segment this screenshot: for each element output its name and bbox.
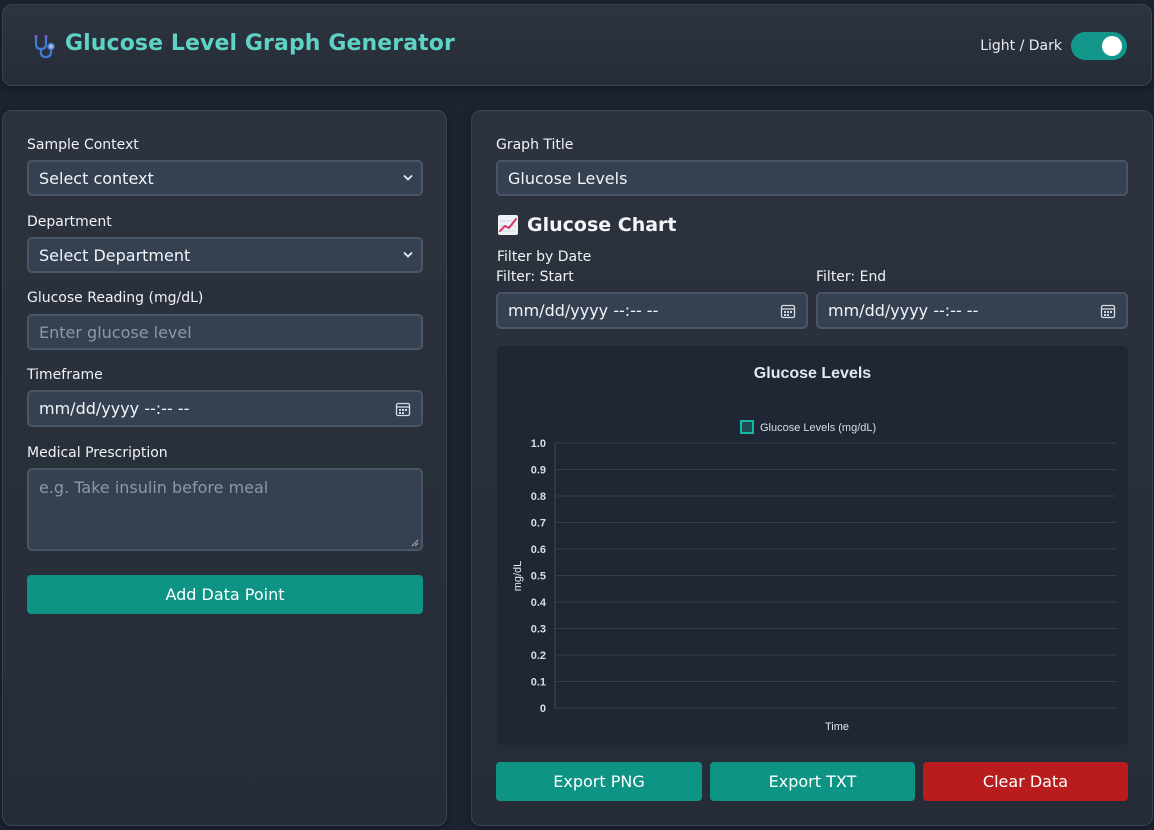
export-txt-button[interactable]: Export TXT [710, 762, 915, 801]
chart-legend: Glucose Levels (mg/dL) [740, 420, 876, 434]
department-select-value: Select Department [39, 245, 191, 265]
y-tick-label: 0.5 [531, 571, 546, 583]
y-tick-label: 0.2 [531, 650, 546, 662]
chart-section-heading: Glucose Chart [497, 214, 677, 236]
glucose-label: Glucose Reading (mg/dL) [27, 290, 204, 306]
y-tick-label: 0.8 [531, 491, 546, 503]
filter-end-label: Filter: End [816, 269, 887, 285]
context-label: Sample Context [27, 137, 139, 153]
graph-title-input[interactable]: Glucose Levels [496, 160, 1128, 196]
prescription-textarea[interactable]: e.g. Take insulin before meal [27, 468, 423, 551]
timeframe-input-value: mm/dd/yyyy --:-- -- [39, 399, 190, 418]
filter-start-label: Filter: Start [496, 269, 574, 285]
clear-data-button[interactable]: Clear Data [923, 762, 1128, 801]
glucose-chart: Glucose Levels Glucose Levels (mg/dL) 00… [497, 346, 1128, 745]
chart-panel: Graph Title Glucose Levels Glucose Chart… [471, 110, 1153, 826]
x-axis-label: Time [825, 721, 849, 733]
timeframe-label: Timeframe [27, 367, 103, 383]
y-tick-label: 0.3 [531, 624, 546, 636]
chevron-down-icon [403, 175, 413, 181]
legend-swatch[interactable] [740, 420, 754, 434]
resize-grip-icon[interactable] [411, 539, 419, 547]
filter-end-input[interactable]: mm/dd/yyyy --:-- -- [816, 292, 1128, 329]
y-tick-label: 0.1 [531, 677, 546, 689]
legend-label[interactable]: Glucose Levels (mg/dL) [760, 422, 876, 434]
chevron-down-icon [403, 252, 413, 258]
stethoscope-icon [34, 34, 55, 59]
filter-start-input[interactable]: mm/dd/yyyy --:-- -- [496, 292, 808, 329]
timeframe-input[interactable]: mm/dd/yyyy --:-- -- [27, 390, 423, 427]
graph-title-label: Graph Title [496, 137, 574, 153]
filter-start-value: mm/dd/yyyy --:-- -- [508, 301, 659, 320]
context-select-value: Select context [39, 168, 154, 188]
y-tick-label: 0.9 [531, 465, 546, 477]
theme-toggle-switch[interactable] [1071, 32, 1127, 60]
calendar-icon[interactable] [1100, 303, 1116, 319]
filter-heading: Filter by Date [497, 249, 592, 265]
prescription-placeholder: e.g. Take insulin before meal [39, 478, 269, 497]
data-entry-panel: Sample Context Select context Department… [2, 110, 447, 826]
chart-grid [554, 442, 1116, 709]
theme-toggle-label: Light / Dark [980, 38, 1062, 54]
y-tick-label: 0.4 [531, 597, 547, 609]
export-png-button[interactable]: Export PNG [496, 762, 702, 801]
context-select[interactable]: Select context [27, 160, 423, 196]
glucose-input-placeholder: Enter glucose level [39, 322, 192, 342]
department-label: Department [27, 214, 112, 230]
y-tick-label: 0.6 [531, 544, 546, 556]
chart-canvas: Glucose Levels Glucose Levels (mg/dL) 00… [512, 365, 1116, 733]
add-data-point-button[interactable]: Add Data Point [27, 575, 423, 614]
filter-end-value: mm/dd/yyyy --:-- -- [828, 301, 979, 320]
app-header: Glucose Level Graph Generator Light / Da… [2, 4, 1152, 86]
y-tick-label: 0.7 [531, 518, 546, 530]
calendar-icon[interactable] [780, 303, 796, 319]
calendar-icon[interactable] [395, 401, 411, 417]
y-tick-label: 1.0 [531, 438, 546, 450]
department-select[interactable]: Select Department [27, 237, 423, 273]
prescription-label: Medical Prescription [27, 445, 168, 461]
chart-increasing-icon [498, 215, 518, 235]
glucose-input[interactable]: Enter glucose level [27, 314, 423, 350]
y-tick-label: 0 [540, 703, 546, 715]
y-axis-label: mg/dL [512, 561, 524, 592]
app-title: Glucose Level Graph Generator [65, 31, 455, 56]
chart-title: Glucose Levels [754, 365, 871, 382]
chart-section-title: Glucose Chart [527, 214, 677, 236]
theme-toggle-group: Light / Dark [980, 32, 1127, 60]
graph-title-value: Glucose Levels [508, 168, 628, 188]
y-axis-ticks: 0 0.1 0.2 0.3 0.4 0.5 0.6 0.7 0.8 0.9 1.0 [531, 438, 547, 715]
toggle-knob [1102, 36, 1122, 56]
